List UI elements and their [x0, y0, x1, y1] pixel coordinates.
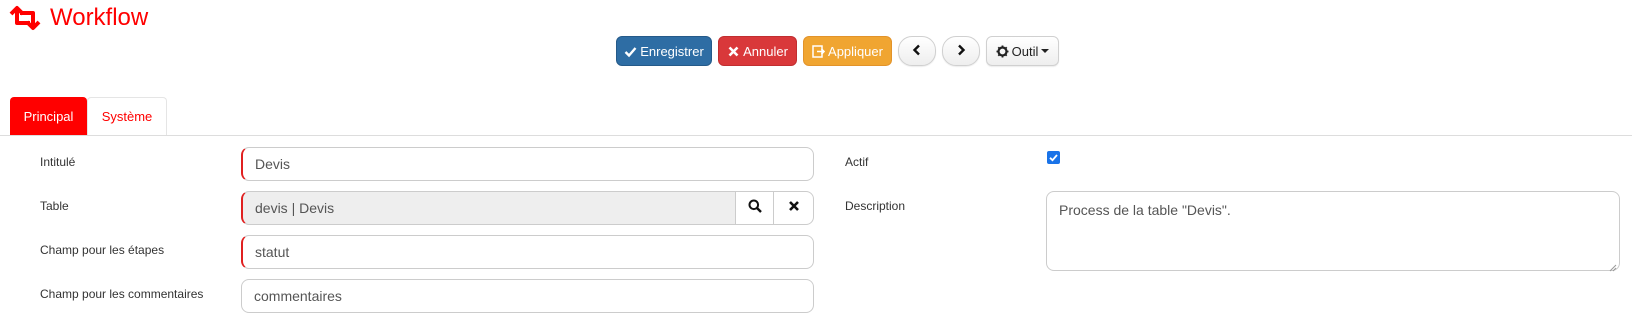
tab-divider — [0, 135, 1632, 136]
tab-principal[interactable]: Principal — [10, 97, 87, 135]
intitule-input[interactable]: Devis — [241, 147, 814, 181]
tab-bar: Principal Système — [10, 97, 167, 135]
cancel-button[interactable]: Annuler — [718, 36, 797, 66]
description-text: Process de la table "Devis". — [1059, 202, 1231, 218]
tool-button-label: Outil — [1011, 43, 1039, 59]
action-toolbar: Enregistrer Annuler Appliquer Outil — [616, 36, 1059, 66]
resize-handle-icon[interactable] — [1608, 259, 1617, 272]
tab-systeme[interactable]: Système — [87, 97, 167, 135]
apply-button[interactable]: Appliquer — [803, 36, 892, 66]
retweet-icon — [8, 4, 42, 32]
save-button[interactable]: Enregistrer — [616, 36, 712, 66]
save-button-label: Enregistrer — [640, 43, 704, 59]
close-icon — [788, 199, 800, 217]
description-textarea[interactable]: Process de la table "Devis". — [1046, 191, 1620, 272]
chevron-right-icon — [956, 44, 966, 59]
search-icon — [748, 199, 762, 218]
champ-etapes-label: Champ pour les étapes — [40, 243, 165, 257]
caret-down-icon — [1041, 49, 1050, 53]
next-button[interactable] — [942, 36, 980, 66]
description-label: Description — [845, 199, 906, 213]
champ-commentaires-label: Champ pour les commentaires — [40, 287, 204, 301]
intitule-label: Intitulé — [40, 155, 76, 169]
table-clear-button[interactable] — [773, 191, 814, 225]
chevron-left-icon — [912, 44, 922, 59]
cancel-button-label: Annuler — [743, 43, 788, 59]
apply-icon — [812, 44, 826, 58]
close-icon — [727, 45, 740, 58]
table-search-button[interactable] — [735, 191, 774, 225]
page-header: Workflow — [8, 2, 148, 34]
actif-checkbox[interactable] — [1047, 151, 1060, 164]
champ-commentaires-input[interactable]: commentaires — [241, 279, 814, 313]
table-input[interactable]: devis | Devis — [241, 191, 736, 225]
apply-button-label: Appliquer — [828, 43, 883, 59]
page-title: Workflow — [50, 4, 149, 31]
tool-dropdown-button[interactable]: Outil — [986, 36, 1059, 66]
actif-label: Actif — [845, 155, 869, 169]
champ-etapes-input[interactable]: statut — [241, 235, 814, 269]
check-icon — [624, 45, 637, 58]
gear-icon — [996, 45, 1009, 58]
previous-button[interactable] — [898, 36, 936, 66]
table-label: Table — [40, 199, 69, 213]
